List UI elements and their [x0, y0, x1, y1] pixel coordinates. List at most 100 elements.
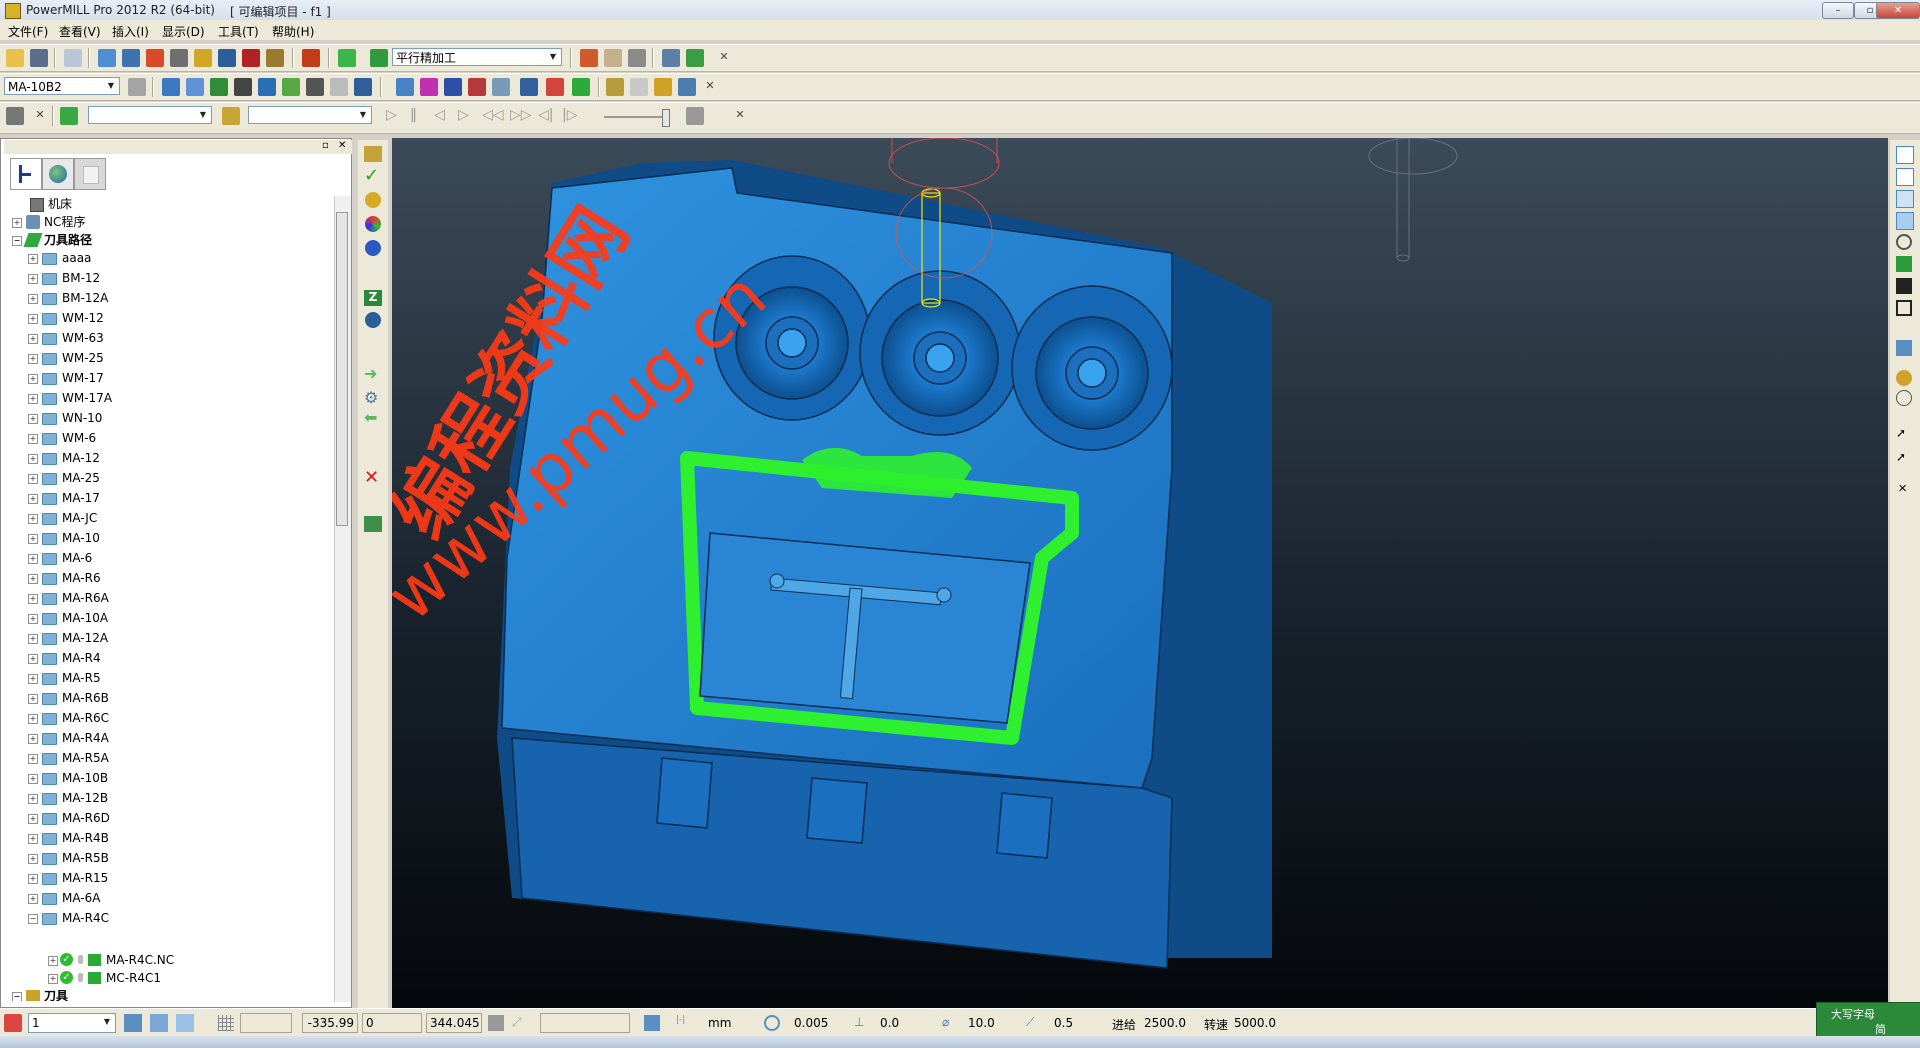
- sim-close-icon[interactable]: ✕: [34, 109, 46, 121]
- view-iso-icon[interactable]: [1896, 146, 1914, 164]
- shade-icon[interactable]: [396, 78, 414, 96]
- boundary-icon[interactable]: [302, 49, 320, 67]
- check-icon[interactable]: ✓: [364, 167, 382, 185]
- tree-node-toolpath[interactable]: + MA-R5B: [28, 849, 308, 867]
- menu-help[interactable]: 帮助(H): [272, 23, 314, 40]
- tree-node-toolpath[interactable]: + MA-R4: [28, 649, 308, 667]
- expand-icon[interactable]: +: [48, 956, 58, 966]
- block-view-icon[interactable]: [364, 146, 382, 162]
- axis-icon[interactable]: [520, 78, 538, 96]
- expand-icon[interactable]: +: [28, 754, 38, 764]
- zoom-icon[interactable]: [1896, 234, 1912, 250]
- collapse-icon[interactable]: −: [12, 236, 22, 246]
- plain-shade-icon[interactable]: [444, 78, 462, 96]
- compass-icon[interactable]: [365, 312, 381, 328]
- hand-icon[interactable]: [678, 78, 696, 96]
- tree-node-toolpath[interactable]: + MA-R15: [28, 869, 308, 887]
- expand-icon[interactable]: +: [28, 874, 38, 884]
- table-icon[interactable]: [604, 49, 622, 67]
- expand-icon[interactable]: +: [28, 454, 38, 464]
- menu-file[interactable]: 文件(F): [8, 23, 48, 40]
- expand-icon[interactable]: +: [28, 334, 38, 344]
- save-icon[interactable]: [30, 49, 48, 67]
- tool-view-icon[interactable]: [128, 78, 146, 96]
- levels-icon[interactable]: [194, 49, 212, 67]
- expand-icon[interactable]: +: [28, 494, 38, 504]
- refresh-icon[interactable]: [1896, 256, 1912, 272]
- snap-icon[interactable]: [488, 1015, 504, 1031]
- tree-node-toolpath[interactable]: + aaaa: [28, 249, 308, 267]
- ruler-icon[interactable]: [628, 49, 646, 67]
- explorer-restore-icon[interactable]: ▫: [322, 140, 329, 151]
- play-icon[interactable]: ▷: [386, 107, 404, 125]
- tree-node-toolpath[interactable]: + MA-R6: [28, 569, 308, 587]
- toolpath-z-icon[interactable]: Z: [364, 290, 382, 306]
- toolbar-close-icon[interactable]: ✕: [1898, 482, 1910, 495]
- speed-slider-thumb[interactable]: [662, 109, 670, 127]
- tree-node-toolpath[interactable]: + MA-12B: [28, 789, 308, 807]
- gear-icon[interactable]: ⚙: [364, 388, 382, 407]
- tree-node-toolpath[interactable]: + MA-R6C: [28, 709, 308, 727]
- menu-display[interactable]: 显示(D): [162, 23, 205, 40]
- tree-node-toolpath[interactable]: + MA-10A: [28, 609, 308, 627]
- expand-icon[interactable]: −: [28, 914, 38, 924]
- tree-node-toolpath[interactable]: + BM-12: [28, 269, 308, 287]
- tree-node-toolpath[interactable]: + MA-12: [28, 449, 308, 467]
- multicolor-icon[interactable]: [365, 216, 381, 232]
- tree-node-toolpath[interactable]: + WM-17: [28, 369, 308, 387]
- expand-icon[interactable]: +: [28, 694, 38, 704]
- expand-icon[interactable]: +: [28, 474, 38, 484]
- tool-combo[interactable]: MA-10B2 ▼: [4, 77, 120, 95]
- rapid-icon[interactable]: [170, 49, 188, 67]
- tree-node-toolpath[interactable]: + WM-12: [28, 309, 308, 327]
- shade-sphere-icon[interactable]: [365, 192, 381, 208]
- tree-scrollbar-thumb[interactable]: [336, 212, 348, 526]
- list-icon[interactable]: [364, 516, 382, 532]
- blue-sphere-icon[interactable]: [365, 240, 381, 256]
- tree-node-nc-child[interactable]: + ✓ MA-R4C.NC: [48, 951, 328, 969]
- speed-slider-track[interactable]: [604, 116, 668, 118]
- workplane-icon[interactable]: [4, 1014, 22, 1032]
- tab-recycle[interactable]: [74, 158, 106, 190]
- expand-icon[interactable]: +: [28, 514, 38, 524]
- expand-icon[interactable]: +: [28, 774, 38, 784]
- tree-node-toolpath[interactable]: + WN-10: [28, 409, 308, 427]
- probe-icon[interactable]: [630, 78, 648, 96]
- expand-icon[interactable]: +: [28, 594, 38, 604]
- pattern-icon[interactable]: [162, 78, 180, 96]
- tree-node-toolpath[interactable]: + WM-6: [28, 429, 308, 447]
- expand-icon[interactable]: +: [28, 294, 38, 304]
- step-forward-icon[interactable]: ▷: [458, 107, 476, 125]
- tree-node-toolpath[interactable]: + MA-17: [28, 489, 308, 507]
- tree-node-toolpath[interactable]: + MA-6A: [28, 889, 308, 907]
- minimize-button[interactable]: –: [1822, 2, 1854, 19]
- expand-icon[interactable]: +: [28, 674, 38, 684]
- tree-node-toolpath[interactable]: + WM-17A: [28, 389, 308, 407]
- expand-icon[interactable]: +: [28, 314, 38, 324]
- fast-forward-icon[interactable]: ▷▷: [510, 107, 532, 125]
- menu-view[interactable]: 查看(V): [59, 23, 101, 40]
- plane-icon[interactable]: [1896, 340, 1912, 356]
- model-icon[interactable]: [282, 78, 300, 96]
- tab-tree[interactable]: [10, 158, 42, 190]
- pause-icon[interactable]: ‖: [410, 107, 428, 125]
- select-arrow-icon[interactable]: ➚: [1896, 426, 1912, 442]
- expand-icon[interactable]: +: [28, 254, 38, 264]
- grid-field[interactable]: [240, 1013, 292, 1033]
- expand-icon[interactable]: +: [48, 974, 58, 984]
- calculate-icon[interactable]: [580, 49, 598, 67]
- tree-node-toolpath[interactable]: + BM-12A: [28, 289, 308, 307]
- go-start-icon[interactable]: ◁|: [538, 107, 556, 125]
- tree-node-toolpath[interactable]: + MA-R6A: [28, 589, 308, 607]
- expand-icon[interactable]: +: [28, 554, 38, 564]
- tree-node-toolpath[interactable]: + MA-6: [28, 549, 308, 567]
- copy-icon[interactable]: [330, 78, 348, 96]
- tree-node-toolpath[interactable]: + MA-JC: [28, 509, 308, 527]
- expand-icon[interactable]: +: [28, 894, 38, 904]
- tree-node-toolpath[interactable]: + MA-10: [28, 529, 308, 547]
- workplane-combo[interactable]: 1 ▼: [28, 1013, 116, 1033]
- feature-icon[interactable]: [258, 78, 276, 96]
- expand-icon[interactable]: +: [28, 834, 38, 844]
- fit-icon[interactable]: [1896, 278, 1912, 294]
- menu-tools[interactable]: 工具(T): [218, 23, 259, 40]
